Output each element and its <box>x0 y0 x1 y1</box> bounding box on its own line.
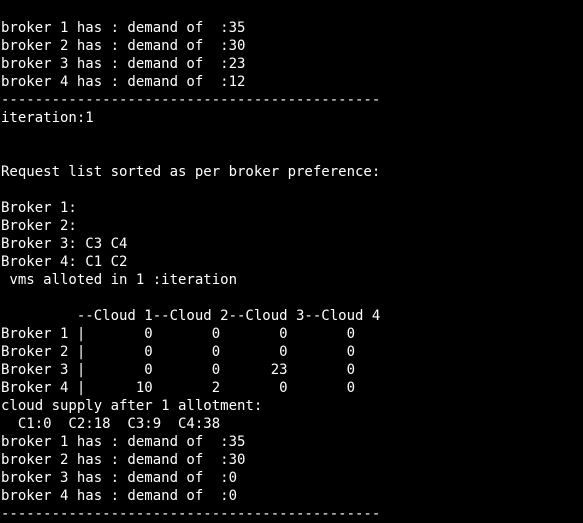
terminal-output[interactable]: broker 1 has : demand of :35 broker 2 ha… <box>0 0 583 522</box>
terminal-line-cloud-supply-heading: cloud supply after 1 allotment: <box>1 398 263 414</box>
terminal-line-cloud-supply-values: C1:0 C2:18 C3:9 C4:38 <box>1 416 221 432</box>
terminal-line-preference-broker-4: Broker 4: C1 C2 <box>1 254 128 270</box>
terminal-line-demand-broker-3: broker 3 has : demand of :0 <box>1 470 238 486</box>
terminal-line-demand-broker-1: broker 1 has : demand of :35 <box>1 434 246 450</box>
terminal-line-preference-broker-3: Broker 3: C3 C4 <box>1 236 128 252</box>
terminal-separator: ----------------------------------------… <box>1 92 381 108</box>
terminal-table-row-broker-1: Broker 1 | 0 0 0 0 <box>1 326 356 342</box>
terminal-line-demand-broker-4: broker 4 has : demand of :12 <box>1 74 246 90</box>
terminal-line-demand-broker-2: broker 2 has : demand of :30 <box>1 452 246 468</box>
terminal-line-demand-broker-2: broker 2 has : demand of :30 <box>1 38 246 54</box>
terminal-line-demand-broker-4: broker 4 has : demand of :0 <box>1 488 238 504</box>
terminal-line-iteration: iteration:1 <box>1 110 94 126</box>
terminal-line-demand-broker-1: broker 1 has : demand of :35 <box>1 20 246 36</box>
terminal-line-preference-broker-2: Broker 2: <box>1 218 77 234</box>
terminal-table-header: --Cloud 1--Cloud 2--Cloud 3--Cloud 4 <box>1 308 381 324</box>
terminal-table-row-broker-2: Broker 2 | 0 0 0 0 <box>1 344 356 360</box>
terminal-line-demand-broker-3: broker 3 has : demand of :23 <box>1 56 246 72</box>
terminal-separator: ----------------------------------------… <box>1 506 381 522</box>
terminal-line-preference-broker-1: Broker 1: <box>1 200 77 216</box>
terminal-line-request-heading: Request list sorted as per broker prefer… <box>1 164 381 180</box>
terminal-table-row-broker-3: Broker 3 | 0 0 23 0 <box>1 362 356 378</box>
terminal-line-vms-allotted: vms alloted in 1 :iteration <box>1 272 238 288</box>
terminal-table-row-broker-4: Broker 4 | 10 2 0 0 <box>1 380 356 396</box>
